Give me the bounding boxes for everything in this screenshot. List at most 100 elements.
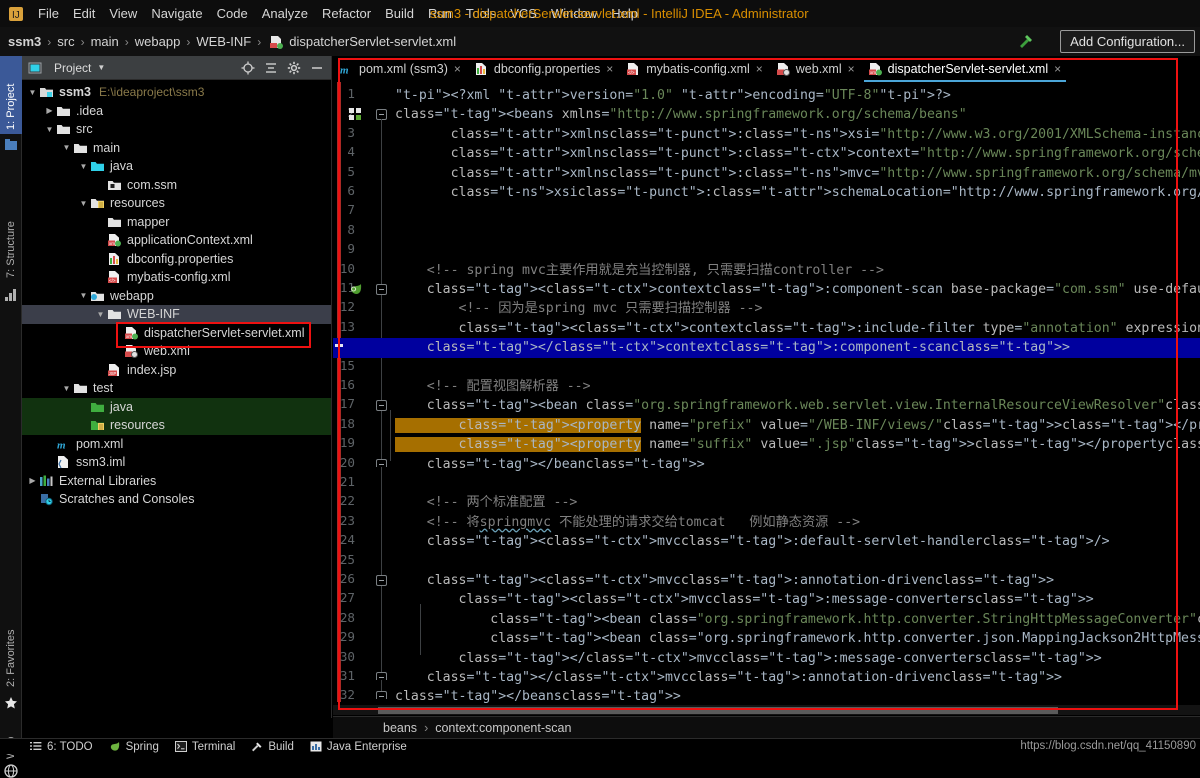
editor-breadcrumb-component-scan[interactable]: context:component-scan: [435, 721, 571, 735]
error-stripe-marker[interactable]: [335, 344, 343, 347]
breadcrumb-item-main[interactable]: main: [91, 34, 119, 49]
chevron-down-icon[interactable]: ▼: [77, 199, 90, 208]
chevron-down-icon[interactable]: ▼: [26, 88, 39, 97]
code-line[interactable]: class="t-tag"><beans xmlns="http://www.s…: [395, 105, 967, 124]
close-icon[interactable]: ×: [606, 62, 613, 76]
status-item-build[interactable]: Build: [251, 741, 294, 753]
tree-item-web-xml[interactable]: web.xml: [22, 342, 331, 361]
code-line[interactable]: class="t-tag"><class="t-ctx">mvcclass="t…: [395, 532, 1110, 551]
tree-item-idea[interactable]: ▶.idea: [22, 102, 331, 121]
tree-item-webapp[interactable]: ▼webapp: [22, 287, 331, 306]
tree-item-main[interactable]: ▼main: [22, 139, 331, 158]
fold-marker[interactable]: [376, 672, 387, 680]
code-line[interactable]: class="t-tag"><property name="prefix" va…: [395, 416, 1200, 435]
code-line[interactable]: class="t-tag"></class="t-ctx">mvcclass="…: [395, 668, 1062, 687]
chevron-down-icon[interactable]: ▼: [60, 143, 73, 152]
tree-item-ssm3-iml[interactable]: ssm3.iml: [22, 453, 331, 472]
menu-item-navigate[interactable]: Navigate: [144, 4, 209, 23]
close-icon[interactable]: ×: [454, 62, 461, 76]
fold-marker[interactable]: [376, 284, 387, 295]
tree-item-external-libraries[interactable]: ▶External Libraries: [22, 472, 331, 491]
code-line[interactable]: class="t-tag"><class="t-ctx">contextclas…: [395, 319, 1200, 338]
code-line[interactable]: class="t-tag"><class="t-ctx">mvcclass="t…: [395, 590, 1094, 609]
fold-marker[interactable]: [376, 459, 387, 467]
horizontal-scrollbar[interactable]: [333, 705, 1200, 715]
tree-item-resources[interactable]: resources: [22, 416, 331, 435]
code-line[interactable]: "t-pi"><?xml "t-attr">version="1.0" "t-a…: [395, 86, 951, 105]
close-icon[interactable]: ×: [756, 62, 763, 76]
code-editor[interactable]: 1234567891011121314151617181920212223242…: [333, 82, 1200, 718]
tree-item-test[interactable]: ▼test: [22, 379, 331, 398]
chevron-down-icon[interactable]: ▼: [60, 384, 73, 393]
code-line[interactable]: class="t-tag"></beanclass="t-tag">>: [395, 455, 705, 474]
tree-item-applicationcontext-xml[interactable]: xmlapplicationContext.xml: [22, 231, 331, 250]
code-line[interactable]: class="t-tag"></class="t-ctx">mvcclass="…: [395, 649, 1102, 668]
breadcrumb-item-src[interactable]: src: [57, 34, 74, 49]
tree-item-ssm3[interactable]: ▼ssm3E:\ideaproject\ssm3: [22, 83, 331, 102]
code-line[interactable]: class="t-attr">xmlnsclass="t-punct">:cla…: [395, 125, 1200, 144]
spring-bean-gutter-icon[interactable]: [349, 108, 363, 122]
code-line[interactable]: class="t-tag"><property name="suffix" va…: [395, 435, 1200, 454]
scrollbar-thumb[interactable]: [378, 707, 1058, 714]
code-line[interactable]: <!-- 两个标准配置 -->: [395, 493, 577, 512]
status-item-terminal[interactable]: Terminal: [175, 741, 235, 753]
editor-breadcrumb-beans[interactable]: beans: [383, 721, 417, 735]
chevron-down-icon[interactable]: ▼: [94, 310, 107, 319]
status-item-java-enterprise[interactable]: Java Enterprise: [310, 741, 407, 753]
tree-item-web-inf[interactable]: ▼WEB-INF: [22, 305, 331, 324]
fold-marker[interactable]: [376, 575, 387, 586]
add-configuration-button[interactable]: Add Configuration...: [1060, 30, 1195, 53]
editor-tab-dbconfig-properties[interactable]: dbconfig.properties×: [468, 56, 620, 82]
tree-item-scratches-and-consoles[interactable]: Scratches and Consoles: [22, 490, 331, 509]
tree-item-pom-xml[interactable]: mpom.xml: [22, 435, 331, 454]
tree-item-dispatcherservlet-servlet-xml[interactable]: xmldispatcherServlet-servlet.xml: [22, 324, 331, 343]
tree-item-mybatis-config-xml[interactable]: </>mybatis-config.xml: [22, 268, 331, 287]
code-line[interactable]: class="t-ns">xsiclass="t-punct">:class="…: [395, 183, 1200, 202]
editor-tab-mybatis-config-xml[interactable]: </>mybatis-config.xml×: [620, 56, 770, 82]
menu-item-refactor[interactable]: Refactor: [315, 4, 378, 23]
code-line[interactable]: class="t-attr">xmlnsclass="t-punct">:cla…: [395, 164, 1200, 183]
tree-item-java[interactable]: java: [22, 398, 331, 417]
chevron-right-icon[interactable]: ▶: [26, 476, 39, 485]
code-line[interactable]: <!-- spring mvc主要作用就是充当控制器, 只需要扫描control…: [395, 261, 884, 280]
menu-item-view[interactable]: View: [102, 4, 144, 23]
chevron-down-icon[interactable]: ▼: [43, 125, 56, 134]
breadcrumb-item-file[interactable]: dispatcherServlet-servlet.xml: [289, 34, 456, 49]
code-line[interactable]: class="t-attr">xmlnsclass="t-punct">:cla…: [395, 144, 1200, 163]
tree-item-src[interactable]: ▼src: [22, 120, 331, 139]
tree-item-resources[interactable]: ▼resources: [22, 194, 331, 213]
close-icon[interactable]: ×: [1054, 62, 1061, 76]
code-line[interactable]: class="t-tag"></class="t-ctx">contextcla…: [395, 338, 1070, 357]
menu-item-code[interactable]: Code: [210, 4, 255, 23]
menu-item-edit[interactable]: Edit: [66, 4, 102, 23]
hide-icon[interactable]: [310, 61, 324, 75]
code-line[interactable]: <!-- 将springmvc 不能处理的请求交给tomcat 例如静态资源 -…: [395, 513, 860, 532]
editor-gutter[interactable]: 1234567891011121314151617181920212223242…: [333, 82, 395, 718]
breadcrumb-item-ssm3[interactable]: ssm3: [8, 34, 41, 49]
chevron-right-icon[interactable]: ▶: [43, 106, 56, 115]
build-hammer-icon[interactable]: [1017, 32, 1035, 50]
tree-item-com-ssm[interactable]: com.ssm: [22, 176, 331, 195]
tree-item-mapper[interactable]: mapper: [22, 213, 331, 232]
code-line[interactable]: class="t-tag"><bean class="org.springfra…: [395, 396, 1200, 415]
chevron-down-icon[interactable]: ▼: [77, 162, 90, 171]
menu-item-build[interactable]: Build: [378, 4, 421, 23]
breadcrumb-item-web-inf[interactable]: WEB-INF: [196, 34, 251, 49]
locate-target-icon[interactable]: [241, 61, 255, 75]
spring-component-scan-gutter-icon[interactable]: [349, 283, 363, 297]
code-line[interactable]: class="t-tag"><class="t-ctx">contextclas…: [395, 280, 1200, 299]
fold-marker[interactable]: [376, 691, 387, 699]
editor-tab-dispatcherservlet-servlet-xml[interactable]: xmldispatcherServlet-servlet.xml×: [862, 56, 1068, 82]
collapse-all-icon[interactable]: [264, 61, 278, 75]
fold-marker[interactable]: [376, 400, 387, 411]
tree-item-dbconfig-properties[interactable]: dbconfig.properties: [22, 250, 331, 269]
tree-item-java[interactable]: ▼java: [22, 157, 331, 176]
close-icon[interactable]: ×: [848, 62, 855, 76]
chevron-down-icon[interactable]: ▼: [97, 63, 105, 72]
code-line[interactable]: class="t-tag"></beansclass="t-tag">>: [395, 687, 681, 706]
project-tree[interactable]: ▼ssm3E:\ideaproject\ssm3▶.idea▼src▼main▼…: [22, 80, 331, 509]
code-line[interactable]: class="t-tag"><bean class="org.springfra…: [395, 610, 1200, 629]
status-item-todo[interactable]: 6: TODO: [30, 741, 93, 753]
code-line[interactable]: <!-- 因为是spring mvc 只需要扫描控制器 -->: [395, 299, 762, 318]
editor-tab-web-xml[interactable]: web.xml×: [770, 56, 862, 82]
